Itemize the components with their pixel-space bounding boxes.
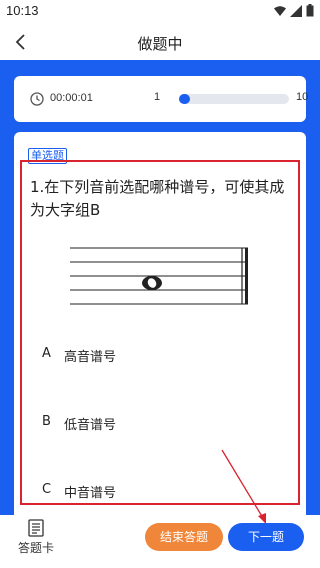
progress-current: 1 [154,91,161,103]
music-staff [70,247,248,305]
signal-icon [290,4,302,17]
option-b[interactable]: B 低音谱号 [42,414,116,433]
option-label: 高音谱号 [64,350,117,365]
bottom-bar: 答题卡 结束答题 下一题 [0,515,320,568]
progress-total: 10 [296,91,309,103]
timer-text: 00:00:01 [50,92,93,104]
progress-bar [179,94,289,104]
option-a[interactable]: A 高音谱号 [42,346,116,365]
question-text: 1.在下列音前选配哪种谱号，可使其成为大字组B [30,178,285,219]
question-card: 单选题 1.在下列音前选配哪种谱号，可使其成为大字组B A 高音谱号 B 低音谱… [14,132,306,515]
answer-card-button[interactable]: 答题卡 [14,519,58,563]
page-title: 做题中 [137,35,183,53]
option-letter: A [42,346,51,361]
whole-note [142,276,162,290]
progress-bar-fill [179,94,190,104]
status-icons [274,4,314,17]
option-label: 低音谱号 [64,418,117,433]
clock-icon [30,92,44,106]
option-letter: C [42,482,52,497]
wifi-icon [274,5,286,16]
answer-card-icon [28,519,44,537]
status-time: 10:13 [6,3,39,18]
next-question-button[interactable]: 下一题 [228,523,304,551]
end-quiz-button[interactable]: 结束答题 [145,523,223,551]
battery-icon [306,4,314,17]
status-bar: 10:13 [0,0,320,24]
nav-bar: 做题中 [0,24,320,60]
answer-card-label: 答题卡 [17,541,54,555]
option-letter: B [42,414,51,429]
option-label: 中音谱号 [64,486,117,501]
option-c[interactable]: C 中音谱号 [42,482,116,501]
progress-card: 00:00:01 1 10 [14,76,309,122]
